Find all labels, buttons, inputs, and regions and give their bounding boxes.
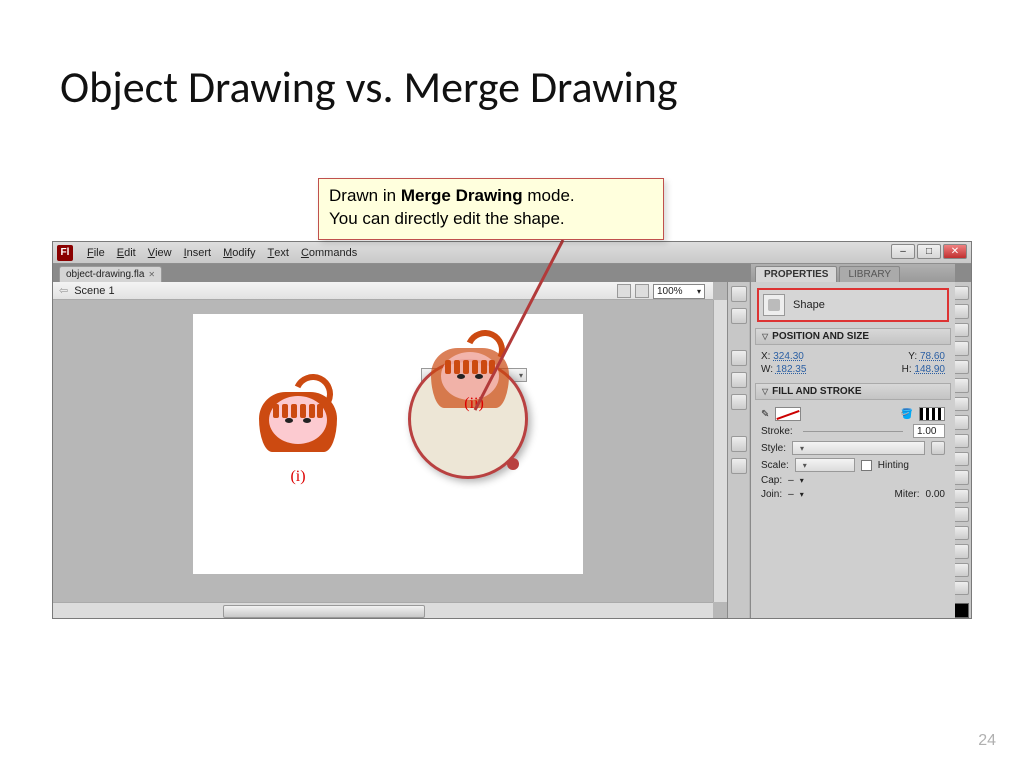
callout-box: Drawn in Merge Drawing mode. You can dir… — [318, 178, 664, 240]
menu-file[interactable]: File — [81, 242, 111, 264]
h-label: H: — [902, 364, 912, 375]
tab-properties[interactable]: PROPERTIES — [755, 266, 837, 282]
slide-title: Object Drawing vs. Merge Drawing — [60, 60, 678, 114]
stroke-color-swatch[interactable] — [919, 407, 945, 421]
scale-select[interactable] — [795, 458, 855, 472]
x-value[interactable]: 324.30 — [773, 351, 804, 362]
horizontal-scrollbar[interactable] — [53, 602, 713, 618]
join-value[interactable]: – — [788, 489, 794, 500]
hinting-label: Hinting — [878, 460, 909, 471]
page-number: 24 — [978, 732, 996, 750]
stage-area[interactable]: (i) (ii) — [53, 300, 713, 602]
document-tab[interactable]: object-drawing.fla ✕ — [59, 266, 162, 282]
dock-icon[interactable] — [731, 372, 747, 388]
window-controls: – □ ✕ — [891, 244, 967, 259]
tab-library[interactable]: LIBRARY — [839, 266, 900, 282]
shape-icon — [763, 294, 785, 316]
style-select[interactable] — [792, 441, 925, 455]
section-fill-header[interactable]: FILL AND STROKE — [755, 383, 951, 400]
fill-pencil-icon[interactable]: ✎ — [761, 409, 769, 420]
label-ii: (ii) — [422, 395, 526, 413]
vertical-scrollbar[interactable] — [713, 300, 727, 602]
app-logo: Fl — [57, 245, 73, 261]
close-button[interactable]: ✕ — [943, 244, 967, 259]
flash-window: Fl File Edit View Insert Modify Text Com… — [52, 241, 972, 619]
cap-value[interactable]: – — [788, 475, 794, 486]
stroke-bucket-icon[interactable]: 🪣 — [901, 409, 913, 420]
w-value[interactable]: 182.35 — [776, 364, 807, 375]
minimize-button[interactable]: – — [891, 244, 915, 259]
scale-label: Scale: — [761, 460, 789, 471]
edit-symbols-icon[interactable] — [635, 284, 649, 298]
section-position-header[interactable]: POSITION AND SIZE — [755, 328, 951, 345]
stroke-label: Stroke: — [761, 426, 793, 437]
style-label: Style: — [761, 443, 786, 454]
miter-value[interactable]: 0.00 — [926, 489, 945, 500]
left-icon-dock — [727, 282, 749, 618]
zoom-input[interactable]: 100%▾ — [653, 284, 705, 299]
menu-text[interactable]: Text — [262, 242, 295, 264]
dock-icon[interactable] — [731, 308, 747, 324]
stage-canvas[interactable]: (i) (ii) — [193, 314, 583, 574]
style-edit-icon[interactable] — [931, 441, 945, 455]
menu-edit[interactable]: Edit — [111, 242, 142, 264]
properties-panel: PROPERTIES LIBRARY Shape POSITION AND SI… — [750, 264, 955, 618]
y-label: Y: — [908, 351, 917, 362]
w-label: W: — [761, 364, 773, 375]
x-label: X: — [761, 351, 770, 362]
hinting-checkbox[interactable] — [861, 460, 872, 471]
miter-label: Miter: — [895, 489, 920, 500]
maximize-button[interactable]: □ — [917, 244, 941, 259]
scene-name[interactable]: Scene 1 — [74, 285, 114, 297]
callout-line2: You can directly edit the shape. — [329, 209, 565, 228]
drawing-object-i[interactable]: (i) — [253, 374, 343, 464]
object-type-label: Shape — [793, 299, 825, 311]
scene-bar: ⇦ Scene 1 100%▾ — [53, 282, 713, 300]
dock-icon[interactable] — [731, 436, 747, 452]
menubar: Fl File Edit View Insert Modify Text Com… — [53, 242, 971, 264]
drawing-object-ii[interactable]: (ii) — [421, 368, 527, 382]
cap-label: Cap: — [761, 475, 782, 486]
dock-icon[interactable] — [731, 458, 747, 474]
callout-text-1: Drawn in — [329, 186, 401, 205]
menu-commands[interactable]: Commands — [295, 242, 363, 264]
label-i: (i) — [253, 468, 343, 486]
h-value[interactable]: 148.90 — [914, 364, 945, 375]
y-value[interactable]: 78.60 — [920, 351, 945, 362]
document-tab-close-icon[interactable]: ✕ — [148, 270, 155, 279]
dock-icon[interactable] — [731, 286, 747, 302]
dock-icon[interactable] — [731, 394, 747, 410]
document-tab-label: object-drawing.fla — [66, 269, 144, 280]
menu-view[interactable]: View — [142, 242, 178, 264]
dock-icon[interactable] — [731, 350, 747, 366]
fill-color-swatch[interactable] — [775, 407, 801, 421]
edit-scene-icon[interactable] — [617, 284, 631, 298]
menu-insert[interactable]: Insert — [178, 242, 218, 264]
scene-back-icon[interactable]: ⇦ — [59, 284, 68, 297]
menu-modify[interactable]: Modify — [217, 242, 261, 264]
stroke-value[interactable]: 1.00 — [913, 424, 945, 438]
object-type-row: Shape — [757, 288, 949, 322]
join-label: Join: — [761, 489, 782, 500]
panel-tabs: PROPERTIES LIBRARY — [751, 264, 955, 282]
callout-text-2: mode. — [523, 186, 575, 205]
callout-bold: Merge Drawing — [401, 186, 523, 205]
